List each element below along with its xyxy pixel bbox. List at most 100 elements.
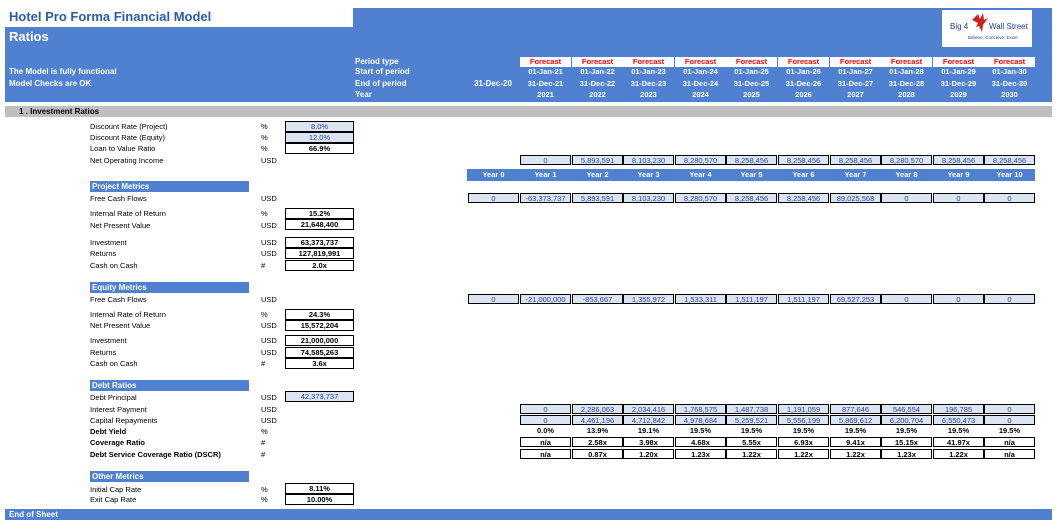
project-metrics-header: Project Metrics xyxy=(90,181,249,192)
year-header-10: Year 10 xyxy=(996,170,1023,179)
coverage-cell: 4.68x xyxy=(675,437,726,447)
repay-cell: 6,550,473 xyxy=(933,415,984,425)
period-end-6: 31-Dec-27 xyxy=(837,79,874,88)
year-header-6: Year 6 xyxy=(792,170,815,179)
period-start-4: 01-Jan-25 xyxy=(734,67,769,76)
period-year-7: 2028 xyxy=(898,90,915,99)
period-end-5: 31-Dec-26 xyxy=(785,79,822,88)
coverage-cell: 9.41x xyxy=(830,437,881,447)
period-start-9: 01-Jan-30 xyxy=(992,67,1027,76)
value-debt-principal[interactable]: 42,373,737 xyxy=(285,391,354,402)
year-header-3: Year 3 xyxy=(637,170,660,179)
repay-cell: 5,869,612 xyxy=(830,415,881,425)
coverage-cell: n/a xyxy=(984,437,1035,447)
label-equity-fcf: Free Cash Flows xyxy=(90,295,147,304)
noi-cell: 8,258,456 xyxy=(984,155,1035,165)
dscr-cell: n/a xyxy=(984,449,1035,459)
unit-ltv: % xyxy=(261,144,268,153)
interest-cell: 1,191,059 xyxy=(778,404,829,414)
label-dscr: Debt Service Coverage Ratio (DSCR) xyxy=(90,450,221,459)
fcf-cell: 0 xyxy=(984,294,1035,304)
unit-project-investment: USD xyxy=(261,238,277,247)
unit-noi: USD xyxy=(261,156,277,165)
section-investment-ratios: 1 . Investment Ratios xyxy=(5,106,1052,117)
period-year-2: 2023 xyxy=(640,90,657,99)
debt-yield-cell: 0.0% xyxy=(536,426,555,435)
coverage-cell: n/a xyxy=(520,437,571,447)
noi-cell: 8,258,456 xyxy=(830,155,881,165)
interest-cell: 0 xyxy=(984,404,1035,414)
unit-equity-returns: USD xyxy=(261,348,277,357)
value-project-investment: 63,373,737 xyxy=(285,237,354,248)
logo: Big 4 Wall Street Believe, Conceive, Exc… xyxy=(942,10,1032,47)
label-project-npv: Net Present Value xyxy=(90,221,151,230)
input-discount-project[interactable]: 8.0% xyxy=(285,121,354,132)
debt-yield-cell: 19.5% xyxy=(895,426,918,435)
debt-yield-cell: 19.5% xyxy=(998,426,1021,435)
period-type-6: Forecast xyxy=(830,57,881,67)
unit-debt-principal: USD xyxy=(261,393,277,402)
debt-yield-cell: 19.1% xyxy=(637,426,660,435)
period-year-5: 2026 xyxy=(795,90,812,99)
interest-cell: 196,785 xyxy=(933,404,984,414)
repay-cell: 5,556,199 xyxy=(778,415,829,425)
label-debt-yield: Debt Yield xyxy=(90,427,127,436)
input-discount-equity[interactable]: 12.0% xyxy=(285,132,354,143)
fcf-cell: 89,025,568 xyxy=(830,193,881,203)
fcf-cell: 8,258,456 xyxy=(726,193,777,203)
dscr-cell: 1.22x xyxy=(726,449,777,459)
unit-dscr: # xyxy=(261,450,266,459)
debt-yield-cell: 19.5% xyxy=(689,426,712,435)
value-project-irr: 15.2% xyxy=(285,208,354,219)
dscr-cell: n/a xyxy=(520,449,571,459)
value-project-returns: 127,819,991 xyxy=(285,248,354,259)
label-equity-coc: Cash on Cash xyxy=(90,359,138,368)
logo-text-wallstreet: Wall Street xyxy=(989,22,1028,31)
interest-cell: 2,034,416 xyxy=(623,404,674,414)
equity-metrics-header: Equity Metrics xyxy=(90,282,249,293)
fcf-cell: 8,103,230 xyxy=(623,193,674,203)
noi-cell: 8,280,570 xyxy=(675,155,726,165)
coverage-cell: 3.98x xyxy=(623,437,674,447)
label-project-investment: Investment xyxy=(90,238,127,247)
end-of-sheet-label: End of Sheet xyxy=(9,510,58,519)
year-header-7: Year 7 xyxy=(844,170,867,179)
coverage-cell: 41.97x xyxy=(933,437,984,447)
noi-cell: 5,893,591 xyxy=(572,155,623,165)
year-header-9: Year 9 xyxy=(947,170,970,179)
unit-capital-repayments: USD xyxy=(261,416,277,425)
label-debt-principal: Debt Principal xyxy=(90,393,137,402)
label-end: End of period xyxy=(355,79,407,88)
unit-project-coc: # xyxy=(261,261,266,270)
fcf-cell: 0 xyxy=(881,294,932,304)
fcf-cell: -63,373,737 xyxy=(520,193,571,203)
dscr-cell: 1.23x xyxy=(675,449,726,459)
repay-cell: 6,200,704 xyxy=(881,415,932,425)
coverage-cell: 2.58x xyxy=(572,437,623,447)
period-end-0: 31-Dec-21 xyxy=(527,79,564,88)
interest-cell: 877,646 xyxy=(830,404,881,414)
fcf-cell: 0 xyxy=(468,193,519,203)
period-year-9: 2030 xyxy=(1001,90,1018,99)
value-project-npv: 21,648,400 xyxy=(285,219,354,230)
label-equity-investment: Investment xyxy=(90,336,127,345)
debt-yield-cell: 19.5% xyxy=(792,426,815,435)
unit-equity-npv: USD xyxy=(261,321,277,330)
value-equity-coc: 3.6x xyxy=(285,358,354,369)
period-type-1: Forecast xyxy=(572,57,623,67)
label-year: Year xyxy=(355,90,372,99)
sheet-title: Ratios xyxy=(9,29,49,44)
period-type-5: Forecast xyxy=(778,57,829,67)
period-start-8: 01-Jan-29 xyxy=(941,67,976,76)
fcf-cell: 0 xyxy=(881,193,932,203)
period-type-9: Forecast xyxy=(984,57,1035,67)
period-end-1: 31-Dec-22 xyxy=(579,79,616,88)
repay-cell: 0 xyxy=(984,415,1035,425)
value-ltv: 66.9% xyxy=(285,143,354,154)
period-start-0: 01-Jan-21 xyxy=(528,67,563,76)
label-period-type: Period type xyxy=(355,57,399,66)
noi-cell: 8,103,230 xyxy=(623,155,674,165)
section-title: 1 . Investment Ratios xyxy=(19,107,100,116)
noi-cell: 0 xyxy=(520,155,571,165)
label-ltv: Loan to Value Ratio xyxy=(90,144,156,153)
